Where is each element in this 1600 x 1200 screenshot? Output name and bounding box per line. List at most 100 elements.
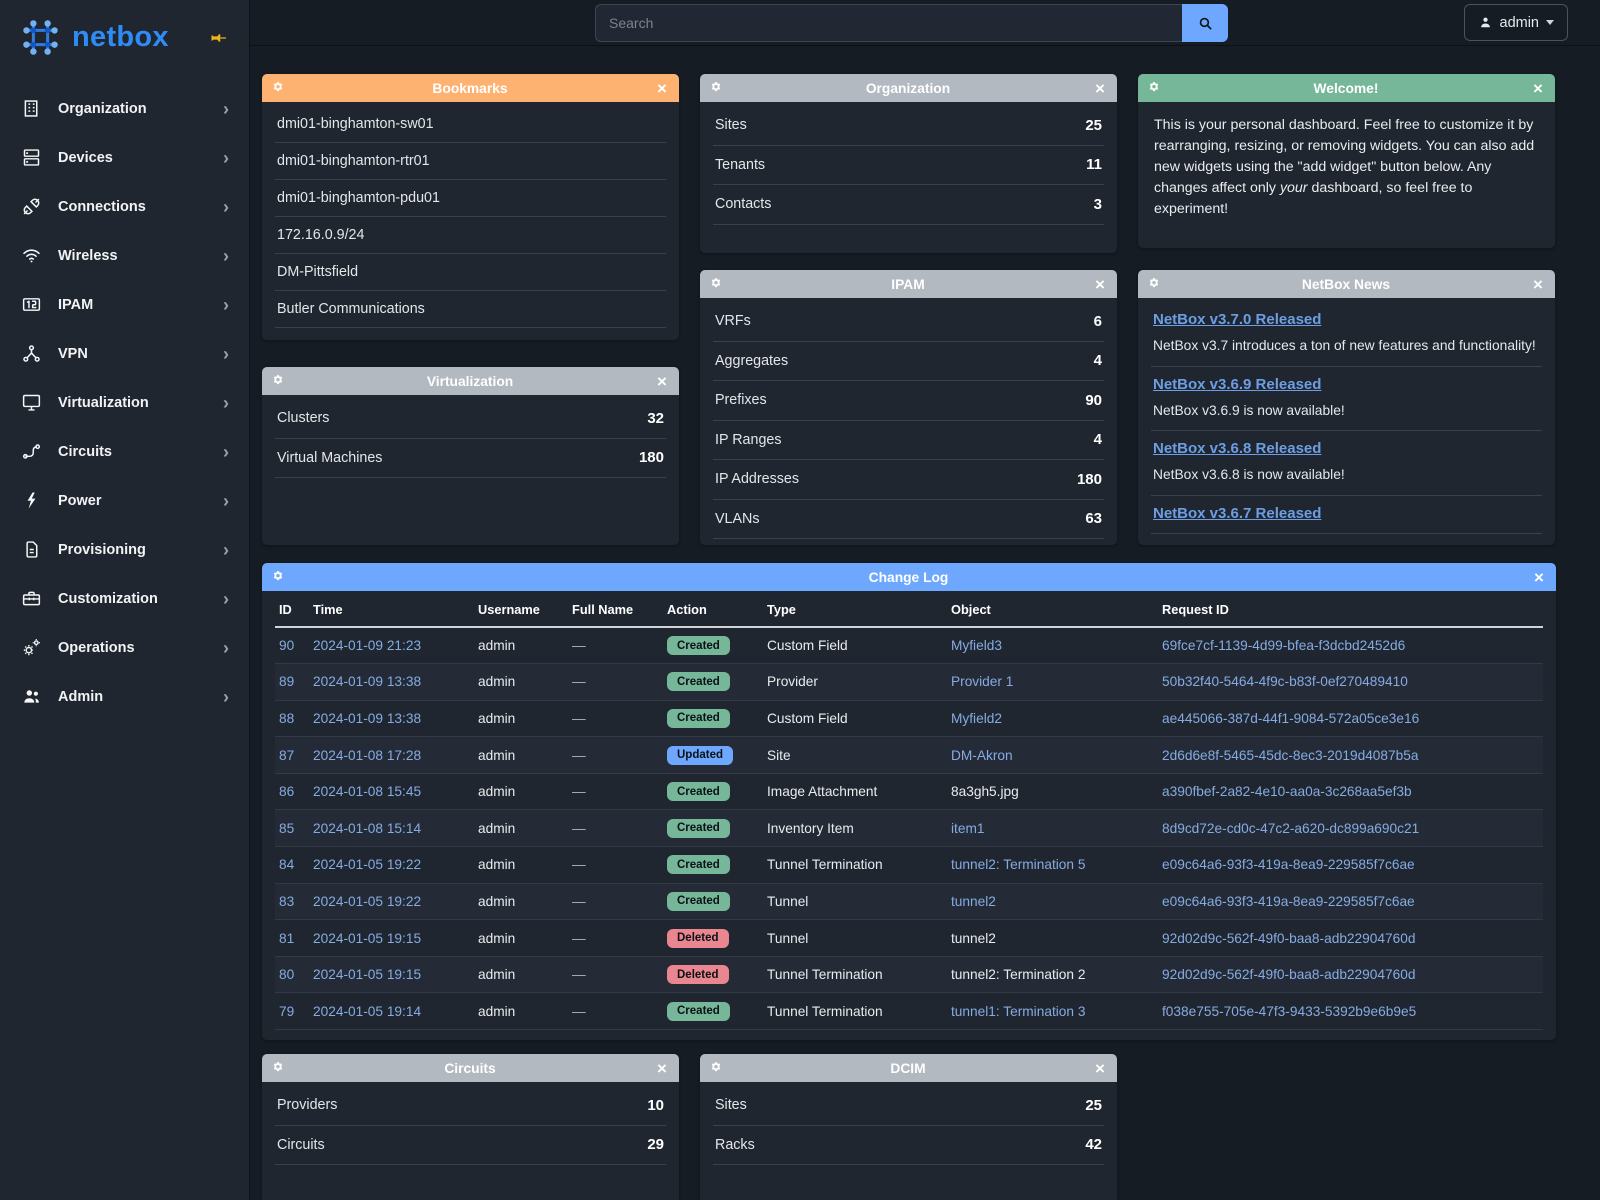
bookmark-link[interactable]: DM-Pittsfield: [275, 254, 666, 291]
widget-close-icon[interactable]: ×: [654, 373, 670, 390]
bookmark-link[interactable]: Butler Communications: [275, 291, 666, 328]
bookmark-link[interactable]: dmi01-binghamton-pdu01: [275, 180, 666, 217]
stat-row[interactable]: Racks 42: [713, 1126, 1104, 1166]
brand-name[interactable]: netbox: [72, 21, 169, 54]
sidebar-item[interactable]: Admin ›: [0, 672, 249, 721]
changelog-id-link[interactable]: 90: [279, 638, 294, 653]
changelog-time-link[interactable]: 2024-01-08 17:28: [313, 748, 421, 763]
search-button[interactable]: [1182, 4, 1228, 42]
widget-config-icon[interactable]: [271, 81, 286, 96]
widget-close-icon[interactable]: ×: [1092, 276, 1108, 293]
stat-row[interactable]: VRFs 6: [713, 302, 1104, 342]
changelog-request-id-link[interactable]: 50b32f40-5464-4f9c-b83f-0ef270489410: [1162, 674, 1408, 689]
changelog-id-link[interactable]: 89: [279, 674, 294, 689]
changelog-time-link[interactable]: 2024-01-05 19:22: [313, 857, 421, 872]
stat-row[interactable]: Sites 25: [713, 106, 1104, 146]
sidebar-item[interactable]: Customization ›: [0, 574, 249, 623]
stat-row[interactable]: IP Addresses 180: [713, 460, 1104, 500]
changelog-id-link[interactable]: 81: [279, 931, 294, 946]
search-input[interactable]: [595, 4, 1182, 42]
stat-row[interactable]: Virtual Machines 180: [275, 439, 666, 479]
stat-row[interactable]: Clusters 32: [275, 399, 666, 439]
bookmark-link[interactable]: 172.16.0.9/24: [275, 217, 666, 254]
stat-row[interactable]: IP Ranges 4: [713, 421, 1104, 461]
stat-row[interactable]: VLANs 63: [713, 500, 1104, 540]
widget-close-icon[interactable]: ×: [1530, 276, 1546, 293]
news-headline-link[interactable]: NetBox v3.7.0 Released: [1153, 311, 1321, 328]
user-menu-button[interactable]: admin: [1464, 4, 1569, 41]
stat-row[interactable]: Tenants 11: [713, 146, 1104, 186]
changelog-time-link[interactable]: 2024-01-05 19:15: [313, 967, 421, 982]
widget-close-icon[interactable]: ×: [1530, 80, 1546, 97]
changelog-object[interactable]: Myfield3: [951, 638, 1002, 653]
sidebar-item[interactable]: VPN ›: [0, 329, 249, 378]
stat-row[interactable]: Providers 10: [275, 1086, 666, 1126]
widget-config-icon[interactable]: [709, 277, 724, 292]
widget-config-icon[interactable]: [1147, 81, 1162, 96]
changelog-request-id-link[interactable]: 8d9cd72e-cd0c-47c2-a620-dc899a690c21: [1162, 821, 1419, 836]
changelog-id-link[interactable]: 84: [279, 857, 294, 872]
changelog-time-link[interactable]: 2024-01-05 19:22: [313, 894, 421, 909]
bookmark-link[interactable]: dmi01-binghamton-rtr01: [275, 143, 666, 180]
changelog-time-link[interactable]: 2024-01-09 13:38: [313, 674, 421, 689]
changelog-request-id-link[interactable]: a390fbef-2a82-4e10-aa0a-3c268aa5ef3b: [1162, 784, 1412, 799]
sidebar-item[interactable]: Operations ›: [0, 623, 249, 672]
bookmark-link[interactable]: dmi01-binghamton-sw01: [275, 106, 666, 143]
netbox-logo-icon[interactable]: [18, 15, 63, 60]
sidebar-item[interactable]: Connections ›: [0, 182, 249, 231]
changelog-time-link[interactable]: 2024-01-05 19:15: [313, 931, 421, 946]
widget-close-icon[interactable]: ×: [1092, 80, 1108, 97]
changelog-request-id-link[interactable]: 92d02d9c-562f-49f0-baa8-adb22904760d: [1162, 967, 1415, 982]
widget-close-icon[interactable]: ×: [654, 1060, 670, 1077]
changelog-id-link[interactable]: 86: [279, 784, 294, 799]
changelog-object[interactable]: Myfield2: [951, 711, 1002, 726]
changelog-object[interactable]: DM-Akron: [951, 748, 1013, 763]
sidebar-item[interactable]: Power ›: [0, 476, 249, 525]
sidebar-item[interactable]: Organization ›: [0, 84, 249, 133]
stat-row[interactable]: Contacts 3: [713, 185, 1104, 225]
news-headline-link[interactable]: NetBox v3.6.8 Released: [1153, 440, 1321, 457]
widget-config-icon[interactable]: [271, 374, 286, 389]
widget-config-icon[interactable]: [709, 1061, 724, 1076]
stat-row[interactable]: Circuits 29: [275, 1126, 666, 1166]
changelog-object[interactable]: tunnel2: Termination 2: [951, 967, 1085, 982]
stat-row[interactable]: Prefixes 90: [713, 381, 1104, 421]
changelog-id-link[interactable]: 85: [279, 821, 294, 836]
changelog-id-link[interactable]: 87: [279, 748, 294, 763]
changelog-id-link[interactable]: 80: [279, 967, 294, 982]
changelog-object[interactable]: tunnel2: [951, 894, 996, 909]
widget-config-icon[interactable]: [271, 570, 286, 585]
changelog-request-id-link[interactable]: 92d02d9c-562f-49f0-baa8-adb22904760d: [1162, 931, 1415, 946]
sidebar-item[interactable]: Devices ›: [0, 133, 249, 182]
widget-config-icon[interactable]: [709, 81, 724, 96]
sidebar-item[interactable]: Virtualization ›: [0, 378, 249, 427]
widget-config-icon[interactable]: [271, 1061, 286, 1076]
changelog-object[interactable]: Provider 1: [951, 674, 1013, 689]
changelog-time-link[interactable]: 2024-01-09 13:38: [313, 711, 421, 726]
widget-close-icon[interactable]: ×: [1531, 569, 1547, 586]
widget-config-icon[interactable]: [1147, 277, 1162, 292]
changelog-object[interactable]: item1: [951, 821, 984, 836]
stat-row[interactable]: Aggregates 4: [713, 342, 1104, 382]
changelog-id-link[interactable]: 79: [279, 1004, 294, 1019]
stat-row[interactable]: Sites 25: [713, 1086, 1104, 1126]
changelog-id-link[interactable]: 88: [279, 711, 294, 726]
changelog-request-id-link[interactable]: e09c64a6-93f3-419a-8ea9-229585f7c6ae: [1162, 894, 1415, 909]
changelog-request-id-link[interactable]: f038e755-705e-47f3-9433-5392b9e6b9e5: [1162, 1004, 1416, 1019]
widget-close-icon[interactable]: ×: [1092, 1060, 1108, 1077]
changelog-request-id-link[interactable]: ae445066-387d-44f1-9084-572a05ce3e16: [1162, 711, 1419, 726]
changelog-object[interactable]: tunnel2: [951, 931, 996, 946]
changelog-time-link[interactable]: 2024-01-08 15:45: [313, 784, 421, 799]
news-headline-link[interactable]: NetBox v3.6.7 Released: [1153, 505, 1321, 522]
sidebar-item[interactable]: Circuits ›: [0, 427, 249, 476]
changelog-request-id-link[interactable]: 2d6d6e8f-5465-45dc-8ec3-2019d4087b5a: [1162, 748, 1418, 763]
sidebar-item[interactable]: Provisioning ›: [0, 525, 249, 574]
widget-close-icon[interactable]: ×: [654, 80, 670, 97]
changelog-object[interactable]: tunnel1: Termination 3: [951, 1004, 1085, 1019]
changelog-time-link[interactable]: 2024-01-09 21:23: [313, 638, 421, 653]
news-headline-link[interactable]: NetBox v3.6.9 Released: [1153, 376, 1321, 393]
changelog-id-link[interactable]: 83: [279, 894, 294, 909]
sidebar-item[interactable]: Wireless ›: [0, 231, 249, 280]
changelog-object[interactable]: tunnel2: Termination 5: [951, 857, 1085, 872]
changelog-time-link[interactable]: 2024-01-08 15:14: [313, 821, 421, 836]
